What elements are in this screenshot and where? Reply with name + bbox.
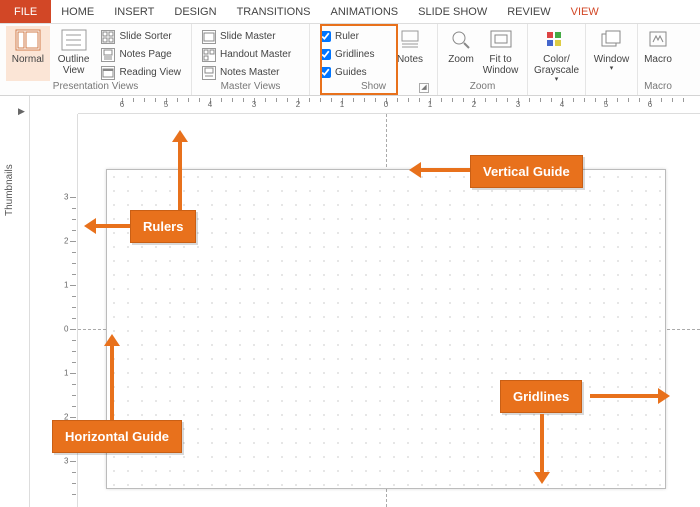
arrow (110, 345, 114, 420)
group-zoom: Zoom Fit to Window Zoom (438, 24, 528, 95)
slide-sorter-button[interactable]: Slide Sorter (97, 28, 185, 45)
group-show: Ruler Gridlines Guides Notes Show◢ (310, 24, 438, 95)
notes-icon (396, 28, 424, 52)
tab-review[interactable]: REVIEW (497, 0, 560, 23)
outline-view-icon (60, 28, 88, 52)
outline-view-button[interactable]: Outline View (52, 26, 96, 81)
slide-master-button[interactable]: Slide Master (198, 28, 295, 45)
normal-view-button[interactable]: Normal (6, 26, 50, 81)
notes-master-icon (202, 66, 216, 80)
group-macros: Macro Macro (638, 24, 678, 95)
macros-button[interactable]: Macro (644, 26, 672, 81)
tab-design[interactable]: DESIGN (164, 0, 226, 23)
thumbnails-label: Thumbnails (4, 164, 15, 216)
group-label: Zoom (444, 81, 521, 95)
group-label (534, 84, 579, 95)
gridlines-checkbox[interactable]: Gridlines (316, 46, 388, 63)
normal-label: Normal (12, 54, 44, 65)
tab-animations[interactable]: ANIMATIONS (321, 0, 409, 23)
arrowhead-up-icon (104, 334, 120, 346)
tab-home[interactable]: HOME (51, 0, 104, 23)
group-label: Presentation Views (6, 81, 185, 95)
thumbnails-panel[interactable]: ▶ Thumbnails (0, 96, 30, 507)
horizontal-ruler: 6543210123456 (78, 96, 700, 114)
arrow (540, 414, 544, 474)
guides-checkbox[interactable]: Guides (316, 64, 388, 81)
notes-button[interactable]: Notes (390, 26, 430, 81)
arrowhead-left-icon (84, 218, 96, 234)
tab-transitions[interactable]: TRANSITIONS (227, 0, 321, 23)
group-label (592, 81, 631, 95)
zoom-button[interactable]: Zoom (444, 26, 478, 81)
slide-sorter-icon (101, 30, 115, 44)
group-color: Color/ Grayscale▾ (528, 24, 586, 95)
outline-label: Outline View (52, 54, 96, 76)
arrow (590, 394, 660, 398)
notes-master-button[interactable]: Notes Master (198, 64, 295, 81)
notes-page-icon (101, 48, 115, 62)
gridlines-check-input[interactable] (320, 49, 331, 60)
ribbon-tabs: FILE HOME INSERT DESIGN TRANSITIONS ANIM… (0, 0, 700, 24)
callout-horizontal-guide: Horizontal Guide (52, 420, 182, 453)
ribbon: Normal Outline View Slide Sorter Notes P… (0, 24, 700, 96)
tab-slideshow[interactable]: SLIDE SHOW (408, 0, 497, 23)
tab-file[interactable]: FILE (0, 0, 51, 23)
reading-view-icon (101, 66, 115, 80)
ruler-check-input[interactable] (320, 31, 331, 42)
group-master-views: Slide Master Handout Master Notes Master… (192, 24, 310, 95)
arrow (95, 224, 130, 228)
reading-view-button[interactable]: Reading View (97, 64, 185, 81)
handout-master-button[interactable]: Handout Master (198, 46, 295, 63)
macros-icon (644, 28, 672, 52)
arrowhead-down-icon (534, 472, 550, 484)
fit-window-icon (487, 28, 515, 52)
arrowhead-up-icon (172, 130, 188, 142)
ruler-checkbox[interactable]: Ruler (316, 28, 388, 45)
show-dialog-launcher[interactable]: ◢ (419, 83, 429, 93)
arrowhead-right-icon (658, 388, 670, 404)
tab-insert[interactable]: INSERT (104, 0, 164, 23)
chevron-right-icon[interactable]: ▶ (18, 106, 25, 117)
notes-page-button[interactable]: Notes Page (97, 46, 185, 63)
group-window: Window▾ (586, 24, 638, 95)
slide-master-icon (202, 30, 216, 44)
group-label: Master Views (198, 81, 303, 95)
arrowhead-left-icon (409, 162, 421, 178)
window-button[interactable]: Window▾ (592, 26, 631, 81)
arrow (178, 140, 182, 210)
fit-window-button[interactable]: Fit to Window (480, 26, 521, 81)
group-label: Show◢ (316, 81, 431, 95)
zoom-icon (447, 28, 475, 52)
normal-view-icon (14, 28, 42, 52)
tab-view[interactable]: VIEW (561, 0, 609, 23)
handout-master-icon (202, 48, 216, 62)
group-label: Macro (644, 81, 672, 95)
callout-rulers: Rulers (130, 210, 196, 243)
color-icon (543, 28, 571, 52)
arrow (420, 168, 470, 172)
color-grayscale-button[interactable]: Color/ Grayscale▾ (534, 26, 579, 84)
callout-gridlines: Gridlines (500, 380, 582, 413)
guides-check-input[interactable] (320, 67, 331, 78)
window-icon (598, 28, 626, 52)
group-presentation-views: Normal Outline View Slide Sorter Notes P… (0, 24, 192, 95)
callout-vertical-guide: Vertical Guide (470, 155, 583, 188)
